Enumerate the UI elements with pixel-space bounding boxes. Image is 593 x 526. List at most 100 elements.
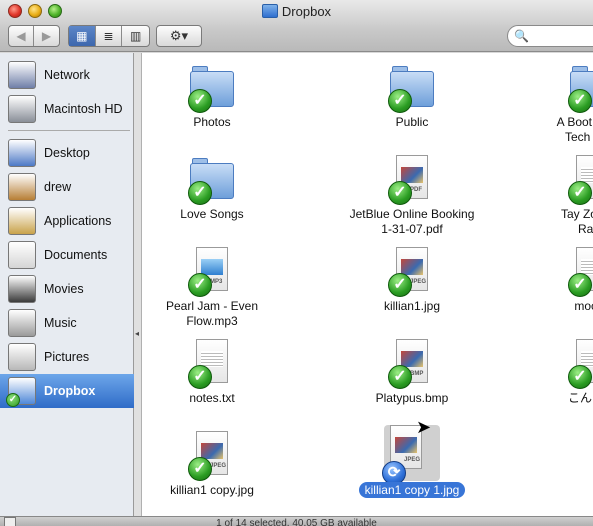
- document-thumbnail: [395, 437, 417, 453]
- sidebar-item-label: Movies: [44, 282, 84, 296]
- sidebar-item-desktop[interactable]: Desktop: [0, 136, 134, 170]
- sidebar: Network Macintosh HD Desktop drew Applicatio…: [0, 53, 134, 516]
- document-icon: BMP ✓: [388, 339, 434, 389]
- file-name-line: Platypus.bmp: [375, 391, 449, 405]
- search-field[interactable]: 🔍: [507, 25, 593, 47]
- document-icon: JPEG ⟳: [382, 425, 440, 485]
- folder-item[interactable]: ✓ Love Songs: [142, 145, 282, 233]
- sidebar-splitter[interactable]: ◂: [134, 53, 142, 516]
- splitter-handle-icon: ◂: [135, 329, 140, 338]
- document-icon: ✓: [568, 247, 593, 297]
- sidebar-item-network[interactable]: Network: [0, 58, 134, 92]
- file-name: mocku: [522, 299, 593, 314]
- file-name: Pearl Jam - Even Flow.mp3: [142, 299, 282, 329]
- document-icon: ✓: [568, 155, 593, 205]
- sidebar-item-documents[interactable]: Documents: [0, 238, 134, 272]
- file-name: A Boot CampTech Billio: [522, 115, 593, 145]
- sync-check-icon: ✓: [568, 89, 592, 113]
- back-button[interactable]: ◀: [9, 26, 34, 46]
- file-name-line: notes.txt: [189, 391, 235, 405]
- sidebar-item-applications[interactable]: Applications: [0, 204, 134, 238]
- file-item[interactable]: ✓Tay ZondayRain.: [522, 145, 593, 236]
- action-menu: ⚙▾: [156, 25, 202, 47]
- file-name: killian1.jpg: [342, 299, 482, 314]
- file-item[interactable]: PDF ✓ JetBlue Online Booking 1-31-07.pdf: [342, 145, 482, 236]
- sidebar-item-label: Applications: [44, 214, 112, 228]
- file-name-line: こんにち: [567, 391, 593, 405]
- file-name: Love Songs: [142, 207, 282, 222]
- search-icon: 🔍: [514, 29, 529, 43]
- file-name-line: killian1.jpg: [383, 299, 441, 313]
- sidebar-item-music[interactable]: Music: [0, 306, 134, 340]
- document-thumbnail: [401, 259, 423, 275]
- file-item[interactable]: ✓ mocku: [522, 237, 593, 325]
- file-name: Photos: [142, 115, 282, 130]
- sidebar-item-label: Music: [44, 316, 77, 330]
- sync-check-icon: ✓: [188, 365, 212, 389]
- sidebar-item-label: Pictures: [44, 350, 90, 364]
- list-view-button[interactable]: ≣: [96, 26, 123, 46]
- desktop-icon: [8, 139, 36, 167]
- sidebar-item-drew[interactable]: drew: [0, 170, 134, 204]
- sidebar-item-dropbox[interactable]: ✓ Dropbox: [0, 374, 134, 408]
- sync-check-icon: ✓: [188, 457, 212, 481]
- file-name-line: Love Songs: [180, 207, 244, 221]
- file-type-label: BMP: [410, 371, 424, 377]
- home-icon: [8, 173, 36, 201]
- column-view-button[interactable]: ▥: [122, 26, 149, 46]
- file-type-label: JPEG: [210, 463, 227, 469]
- document-icon: ✓: [568, 339, 593, 389]
- document-thumbnail: [201, 259, 223, 275]
- file-item[interactable]: MP3 ✓ Pearl Jam - Even Flow.mp3: [142, 237, 282, 328]
- folder-item[interactable]: ✓ Public: [342, 53, 482, 141]
- sidebar-item-macintosh-hd[interactable]: Macintosh HD: [0, 92, 134, 126]
- file-item[interactable]: ✓ こんにち: [522, 329, 593, 417]
- view-switcher: ▦ ≣ ▥: [68, 25, 150, 47]
- file-name: こんにち: [522, 391, 593, 406]
- sidebar-item-label: Network: [44, 68, 90, 82]
- finder-window: Dropbox ◀ ▶ ▦ ≣ ▥ ⚙▾ 🔍 Network Macintosh …: [0, 0, 593, 526]
- file-name: killian1 copy 1.jpg: [342, 482, 482, 498]
- toolbar: Dropbox ◀ ▶ ▦ ≣ ▥ ⚙▾ 🔍: [0, 0, 593, 52]
- file-name-line: mocku: [574, 299, 593, 313]
- hard-drive-icon: [8, 95, 36, 123]
- dropbox-folder-icon: [261, 4, 278, 18]
- sync-check-icon: ✓: [388, 273, 412, 297]
- file-name: Platypus.bmp: [342, 391, 482, 406]
- sidebar-item-movies[interactable]: Movies: [0, 272, 134, 306]
- file-item[interactable]: JPEG ✓ killian1.jpg: [342, 237, 482, 325]
- mouse-pointer: ➤: [416, 417, 432, 437]
- folder-icon: ✓: [568, 63, 593, 113]
- movies-icon: [8, 275, 36, 303]
- sync-check-icon: ✓: [188, 89, 212, 113]
- file-item[interactable]: JPEG ✓ killian1 copy.jpg: [142, 421, 282, 509]
- file-name-line: Tech Billio: [564, 130, 593, 144]
- sidebar-item-label: Dropbox: [44, 384, 96, 398]
- sidebar-item-pictures[interactable]: Pictures: [0, 340, 134, 374]
- document-thumbnail: [401, 351, 423, 367]
- status-toggle-button[interactable]: [4, 517, 16, 526]
- sync-check-icon: ✓: [568, 181, 592, 205]
- action-gear-button[interactable]: ⚙▾: [157, 26, 201, 46]
- file-item[interactable]: BMP ✓ Platypus.bmp: [342, 329, 482, 417]
- file-name-line: killian1 copy.jpg: [170, 483, 254, 497]
- folder-item[interactable]: ✓A Boot CampTech Billio: [522, 53, 593, 144]
- file-name: Tay ZondayRain.: [522, 207, 593, 237]
- status-text: 1 of 14 selected, 40.05 GB available: [216, 518, 377, 526]
- document-thumbnail: [401, 167, 423, 183]
- folder-item[interactable]: ✓ Photos: [142, 53, 282, 141]
- window-title: Dropbox: [0, 4, 593, 19]
- file-item[interactable]: ✓ notes.txt: [142, 329, 282, 417]
- status-bar: 1 of 14 selected, 40.05 GB available: [0, 516, 593, 526]
- nav-buttons: ◀ ▶: [8, 25, 60, 47]
- file-item[interactable]: JPEG ⟳ killian1 copy 1.jpg: [342, 421, 482, 509]
- sidebar-item-label: drew: [44, 180, 72, 194]
- forward-button[interactable]: ▶: [34, 26, 59, 46]
- file-name-line: Public: [395, 115, 429, 129]
- applications-icon: [8, 207, 36, 235]
- file-name-line: killian1 copy 1.jpg: [358, 482, 466, 498]
- icon-view-button[interactable]: ▦: [69, 26, 96, 46]
- file-name-line: Photos: [193, 115, 231, 129]
- folder-icon: ✓: [188, 63, 234, 113]
- sync-check-icon: ✓: [188, 273, 212, 297]
